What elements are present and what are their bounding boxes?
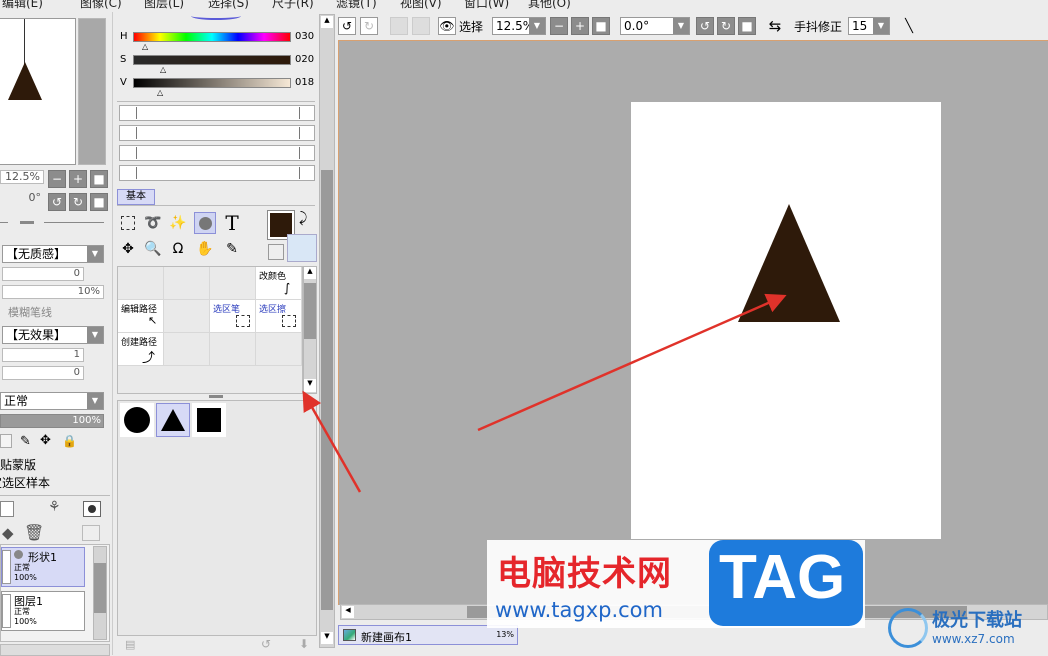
canvas-tab-name: 新建画布1 xyxy=(361,631,412,644)
canvas-tab-icon xyxy=(343,629,356,641)
watermark-title: 电脑技术网 xyxy=(497,554,672,594)
brand-url: www.xz7.com xyxy=(932,632,1015,646)
watermark-banner: 电脑技术网 www.tagxp.com TAG xyxy=(487,540,865,628)
arrow-to-triangle xyxy=(477,293,787,432)
brand-watermark: 极光下载站 www.xz7.com xyxy=(884,604,1048,655)
canvas-tab[interactable]: 新建画布1 13% xyxy=(338,625,518,645)
brand-logo-icon xyxy=(888,608,928,648)
watermark-tag-text: TAG xyxy=(719,543,846,612)
watermark-url: www.tagxp.com xyxy=(495,598,663,622)
brand-name: 极光下载站 xyxy=(932,610,1022,631)
scroll-left-icon[interactable]: ◀ xyxy=(342,606,354,618)
canvas-tab-zoom: 13% xyxy=(496,630,514,639)
watermark-tag-logo: TAG xyxy=(709,540,863,626)
arrow-to-scroll xyxy=(302,390,362,493)
